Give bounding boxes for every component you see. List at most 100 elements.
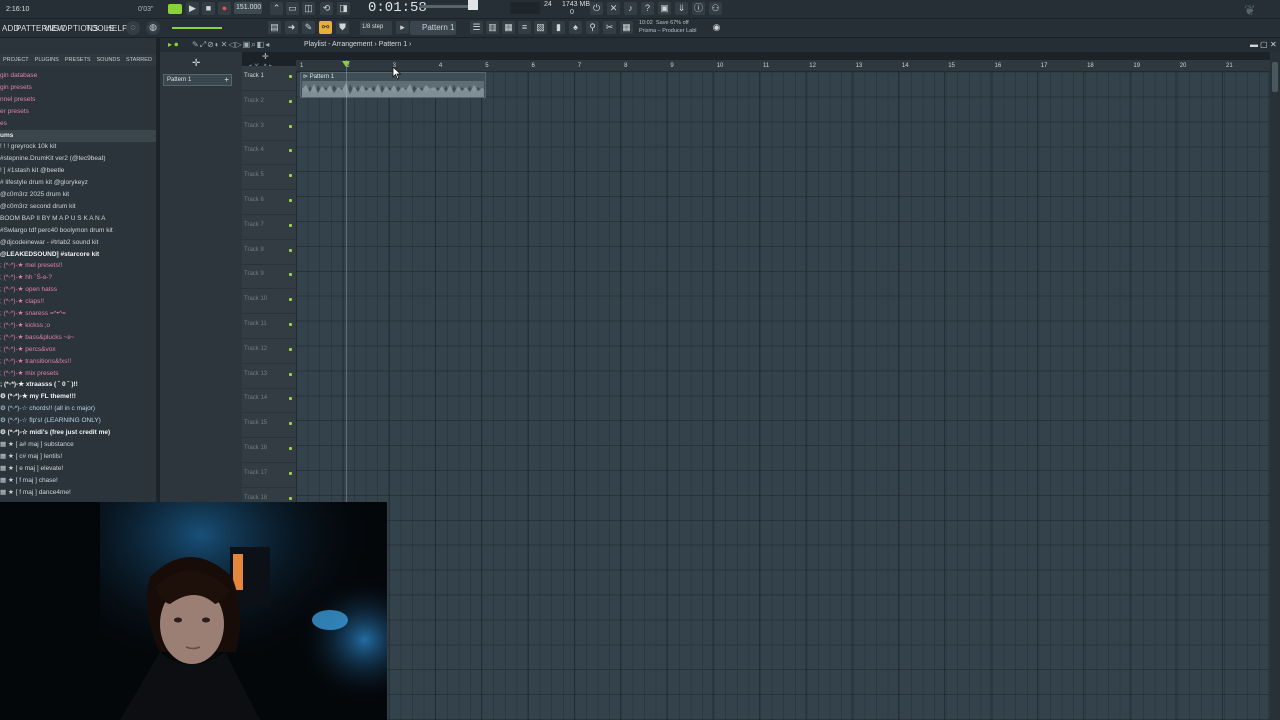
info-icon[interactable]: ⓘ	[692, 2, 705, 15]
mixer-view-icon[interactable]: ≡	[518, 21, 531, 34]
piano-roll-icon[interactable]: ▥	[486, 21, 499, 34]
mixer-icon[interactable]: ◨	[337, 2, 350, 15]
track-mute-led[interactable]	[289, 223, 292, 227]
track-mute-led[interactable]	[289, 99, 292, 103]
browser-item[interactable]: @c0m3rz 2025 drum kit	[0, 189, 156, 201]
track-header[interactable]: Track 10	[242, 289, 296, 315]
browser-item[interactable]: @djcodeinewar - #trlab2 sound kit	[0, 237, 156, 249]
vertical-scrollbar[interactable]	[1270, 52, 1280, 720]
track-header[interactable]: Track 17	[242, 463, 296, 488]
track-mute-led[interactable]	[289, 447, 292, 450]
track-mute-led[interactable]	[289, 124, 292, 128]
plugin-icon[interactable]: ⚇	[709, 2, 722, 15]
track-header[interactable]: Track 5	[242, 165, 296, 191]
wait-icon[interactable]: ▭	[286, 2, 299, 15]
export-icon[interactable]: ⇓	[675, 2, 688, 15]
tab-sounds[interactable]: SOUNDS	[94, 54, 124, 66]
track-mute-led[interactable]	[289, 496, 292, 500]
touch-icon[interactable]: ⚲	[586, 21, 599, 34]
swing-slider[interactable]	[172, 27, 222, 29]
browser-item[interactable]: @c0m3rz second drum kit	[0, 201, 156, 213]
track-mute-led[interactable]	[289, 372, 292, 376]
browser-item[interactable]: ; (*ᵕ*)-★ xtraasss ( ˘ 0 ˘ )!!	[0, 379, 156, 391]
browser-item[interactable]: ▦ ★ [ c# maj ] lentils!	[0, 451, 156, 463]
power-icon[interactable]: ⏻	[590, 2, 603, 15]
browser-item[interactable]: es	[0, 118, 156, 130]
browser-item[interactable]: gin database	[0, 70, 156, 82]
track-header[interactable]: Track 7	[242, 215, 296, 240]
track-mute-led[interactable]	[289, 75, 292, 78]
tab-starred[interactable]: STARRED	[123, 54, 155, 66]
playlist-tools-icon[interactable]: ▸ ⏺	[168, 40, 178, 50]
track-mute-led[interactable]	[289, 248, 292, 252]
menu-help[interactable]: HELP	[106, 24, 128, 33]
track-mute-led[interactable]	[289, 422, 292, 426]
browser-item[interactable]: ; (*ᵕ*)-★ percs&vox	[0, 344, 156, 356]
track-header[interactable]: Track 14	[242, 388, 296, 414]
save-icon[interactable]: ▣	[658, 2, 671, 15]
scrollbar-thumb[interactable]	[1272, 62, 1278, 92]
track-header[interactable]: Track 9	[242, 264, 296, 290]
track-header[interactable]: Track 15	[242, 413, 296, 439]
tab-presets[interactable]: PRESETS	[62, 54, 94, 66]
track-mute-led[interactable]	[289, 149, 292, 153]
track-header[interactable]: Track 2	[242, 91, 296, 116]
track-header[interactable]: Track 3	[242, 116, 296, 141]
browser-item[interactable]: ; (*ᵕ*)-★ hh ¨Ś-ʚ-?	[0, 272, 156, 284]
browser-item[interactable]: # lifestyle drum kit @glorykeyz	[0, 177, 156, 189]
track-mute-led[interactable]	[289, 199, 292, 202]
plugin-db-icon[interactable]: ♠	[569, 21, 582, 34]
track-header[interactable]: Track 6	[242, 190, 296, 215]
edison-icon[interactable]: ✂	[603, 21, 616, 34]
master-volume-slider[interactable]	[420, 5, 470, 8]
arrow-icon[interactable]: ▸	[396, 21, 409, 34]
browser-item[interactable]: ; (*ᵕ*)-★ mel presets!!	[0, 260, 156, 272]
playlist-icon[interactable]: ☰	[470, 21, 483, 34]
arrangement-grid[interactable]	[296, 72, 1270, 720]
track-mute-led[interactable]	[289, 174, 292, 178]
channel-rack-icon[interactable]: ▦	[502, 21, 515, 34]
pattern-selector[interactable]: Pattern 1	[410, 21, 456, 35]
settings-dial-icon[interactable]: ◍	[146, 21, 160, 35]
browser-item[interactable]: ; (*ᵕ*)-★ open hatss	[0, 284, 156, 296]
globe-icon[interactable]: ◉	[710, 21, 723, 34]
time-display[interactable]: 0:01:58	[368, 0, 427, 16]
browser-item[interactable]: ; (*ᵕ*)-★ bass&plucks ~ʚ~	[0, 332, 156, 344]
browser-item[interactable]: @LEAKEDSOUND] #starcore kit	[0, 249, 156, 261]
browser-item[interactable]: gin presets	[0, 82, 156, 94]
countdown-icon[interactable]: ◫	[302, 2, 315, 15]
browser-item[interactable]: ⚙ (*ᵕ*)-☆ midi's (free just credit me)	[0, 427, 156, 439]
track-mute-led[interactable]	[289, 397, 292, 401]
stamp-icon[interactable]: ⛊	[336, 21, 349, 34]
snap-selector[interactable]: 1/8 step	[360, 21, 392, 35]
browser-item[interactable]: ⚙ (*ᵕ*)-☆ chords!! (all in c major)	[0, 403, 156, 415]
play-icon[interactable]: ▶	[186, 2, 199, 15]
pattern-plus-icon[interactable]: +	[224, 75, 229, 85]
browser-item[interactable]: ; (*ᵕ*)-★ claps!!	[0, 296, 156, 308]
browser-item[interactable]: ▦ ★ [ f maj ] dance4me!	[0, 487, 156, 499]
track-header[interactable]: Track 11	[242, 314, 296, 339]
browser-item[interactable]: ▦ ★ [ f maj ] chase!	[0, 475, 156, 487]
browser-item[interactable]: ; (*ᵕ*)-★ snaress =^•^=	[0, 308, 156, 320]
record-icon[interactable]: ●	[218, 2, 231, 15]
browser-item[interactable]: ! ] #1stash kit @beetle	[0, 165, 156, 177]
tempo-box[interactable]: 151.000	[234, 2, 262, 14]
browser-item[interactable]: ▦ ★ [ a# maj ] substance	[0, 439, 156, 451]
track-header[interactable]: Track 4	[242, 140, 296, 166]
add-pattern-icon[interactable]: ✛	[192, 58, 200, 69]
arrow-right-icon[interactable]: ➜	[285, 21, 298, 34]
browser-item[interactable]: ; (*ᵕ*)-★ kickss ;o	[0, 320, 156, 332]
track-mute-led[interactable]	[289, 273, 292, 277]
track-header[interactable]: Track 1	[242, 66, 296, 91]
pattern-list-item[interactable]: Pattern 1 +	[163, 74, 232, 86]
pat-song-toggle[interactable]	[168, 4, 182, 14]
browser-item[interactable]: ⚙ (*ᵕ*)-★ my FL theme!!!	[0, 391, 156, 403]
help-icon[interactable]: ?	[641, 2, 654, 15]
track-header[interactable]: Track 8	[242, 240, 296, 265]
browser-item[interactable]: ; (*ᵕ*)-★ transitions&fxs!!	[0, 356, 156, 368]
maximize-icon[interactable]: ▢	[1260, 40, 1268, 49]
browser-item[interactable]: ▦ ★ [ e maj ] elevate!	[0, 463, 156, 475]
stop-icon[interactable]: ■	[202, 2, 215, 15]
browser-item[interactable]: #stepnine.DrumKit ver2 (@tec9beat)	[0, 153, 156, 165]
browser-item[interactable]: ; (*ᵕ*)-★ mix presets	[0, 368, 156, 380]
